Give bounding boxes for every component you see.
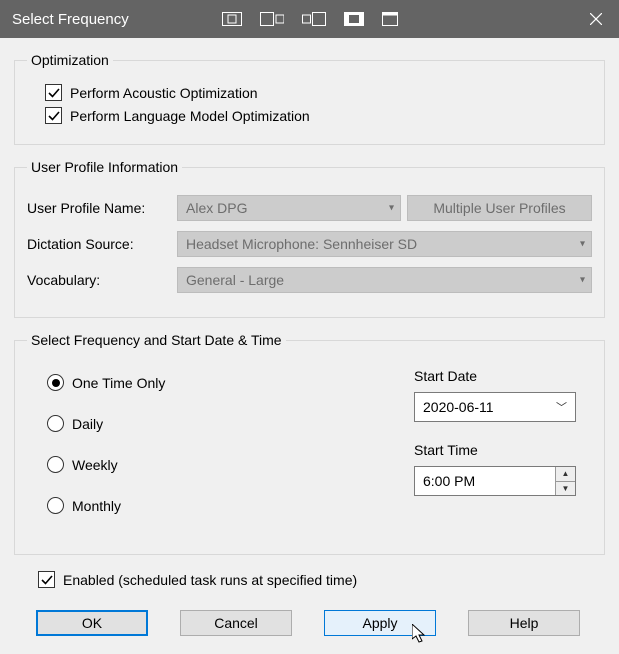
radio-one-time-input[interactable] (47, 374, 64, 391)
spinner-up-icon[interactable]: ▲ (556, 467, 575, 482)
enabled-checkbox-row[interactable]: Enabled (scheduled task runs at specifie… (38, 571, 605, 588)
chevron-down-icon: ▾ (580, 275, 585, 286)
radio-monthly-label: Monthly (72, 498, 121, 514)
enabled-checkbox[interactable] (38, 571, 55, 588)
layout-icon-2[interactable] (260, 12, 284, 26)
radio-weekly-label: Weekly (72, 457, 118, 473)
language-label: Perform Language Model Optimization (70, 108, 310, 124)
profile-group: User Profile Information User Profile Na… (14, 159, 605, 318)
dictation-source-label: Dictation Source: (27, 236, 171, 252)
frequency-group: Select Frequency and Start Date & Time O… (14, 332, 605, 555)
start-date-label: Start Date (414, 368, 588, 384)
radio-daily[interactable]: Daily (47, 415, 414, 432)
dialog-body: Optimization Perform Acoustic Optimizati… (0, 38, 619, 654)
vocabulary-select: General - Large ▾ (177, 267, 592, 293)
multiple-profiles-button: Multiple User Profiles (407, 195, 592, 221)
chevron-down-icon: ▾ (580, 239, 585, 250)
language-checkbox[interactable] (45, 107, 62, 124)
frequency-legend: Select Frequency and Start Date & Time (27, 332, 286, 348)
ok-button[interactable]: OK (36, 610, 148, 636)
titlebar-iconstrip (222, 12, 398, 26)
radio-monthly[interactable]: Monthly (47, 497, 414, 514)
layout-icon-1[interactable] (222, 12, 242, 26)
time-spinner[interactable]: ▲ ▼ (555, 467, 575, 495)
profile-name-select: Alex DPG ▾ (177, 195, 401, 221)
radio-weekly[interactable]: Weekly (47, 456, 414, 473)
radio-monthly-input[interactable] (47, 497, 64, 514)
radio-daily-input[interactable] (47, 415, 64, 432)
acoustic-checkbox-row[interactable]: Perform Acoustic Optimization (45, 84, 592, 101)
cancel-button[interactable]: Cancel (180, 610, 292, 636)
start-time-value: 6:00 PM (423, 473, 475, 489)
profile-name-label: User Profile Name: (27, 200, 171, 216)
help-button[interactable]: Help (468, 610, 580, 636)
start-date-value: 2020-06-11 (423, 399, 494, 415)
layout-icon-5[interactable] (382, 12, 398, 26)
acoustic-checkbox[interactable] (45, 84, 62, 101)
dictation-source-select: Headset Microphone: Sennheiser SD ▾ (177, 231, 592, 257)
radio-one-time[interactable]: One Time Only (47, 374, 414, 391)
optimization-group: Optimization Perform Acoustic Optimizati… (14, 52, 605, 145)
vocabulary-value: General - Large (186, 272, 284, 288)
close-button[interactable] (573, 0, 619, 38)
spinner-down-icon[interactable]: ▼ (556, 482, 575, 496)
radio-daily-label: Daily (72, 416, 103, 432)
profile-legend: User Profile Information (27, 159, 182, 175)
profile-name-value: Alex DPG (186, 200, 247, 216)
start-time-label: Start Time (414, 442, 588, 458)
window-title: Select Frequency (12, 11, 129, 28)
chevron-down-icon: ▾ (389, 203, 394, 214)
button-row: OK Cancel Apply Help (14, 604, 605, 636)
title-bar: Select Frequency (0, 0, 619, 38)
layout-icon-3[interactable] (302, 12, 326, 26)
chevron-down-icon[interactable]: ﹀ (556, 399, 567, 415)
layout-icon-4[interactable] (344, 12, 364, 26)
acoustic-label: Perform Acoustic Optimization (70, 85, 258, 101)
apply-button[interactable]: Apply (324, 610, 436, 636)
dictation-source-value: Headset Microphone: Sennheiser SD (186, 236, 417, 252)
start-time-input[interactable]: 6:00 PM ▲ ▼ (414, 466, 576, 496)
radio-one-time-label: One Time Only (72, 375, 165, 391)
language-checkbox-row[interactable]: Perform Language Model Optimization (45, 107, 592, 124)
optimization-legend: Optimization (27, 52, 113, 68)
vocabulary-label: Vocabulary: (27, 272, 171, 288)
radio-weekly-input[interactable] (47, 456, 64, 473)
start-date-input[interactable]: 2020-06-11 ﹀ (414, 392, 576, 422)
enabled-label: Enabled (scheduled task runs at specifie… (63, 572, 357, 588)
